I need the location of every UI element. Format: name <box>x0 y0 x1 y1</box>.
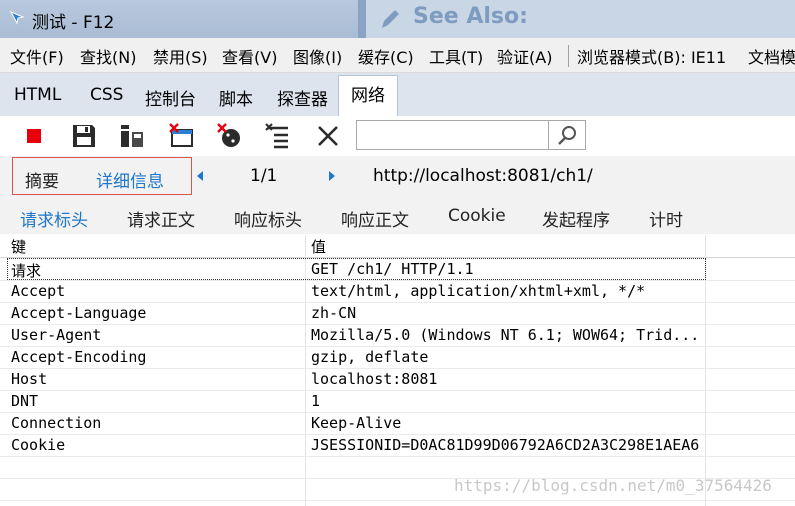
header-key: Connection <box>11 414 102 432</box>
summary-view-button[interactable]: 摘要 <box>25 167 59 192</box>
clear-cache-icon[interactable] <box>168 122 196 150</box>
header-value: gzip, deflate <box>311 348 429 366</box>
search-icon <box>558 126 576 145</box>
header-key: Accept-Language <box>11 304 147 322</box>
background-heading: See Also: <box>413 4 528 29</box>
next-entry-icon[interactable] <box>329 171 335 181</box>
header-key: Accept <box>11 282 66 300</box>
header-value: text/html, application/xhtml+xml, */* <box>311 282 646 300</box>
table-row[interactable]: DNT 1 <box>0 390 795 413</box>
menu-separator <box>568 45 569 67</box>
value-column-header[interactable]: 值 <box>311 236 326 257</box>
subtab-initiator[interactable]: 发起程序 <box>542 206 610 231</box>
subtab-response-body[interactable]: 响应正文 <box>341 206 409 231</box>
view-switch-bar: 摘要 详细信息 1/1 http://localhost:8081/ch1/ <box>0 156 795 198</box>
clear-list-icon[interactable] <box>264 122 292 150</box>
tab-console[interactable]: 控制台 <box>145 85 196 110</box>
header-value: Keep-Alive <box>311 414 402 432</box>
search-button[interactable] <box>548 121 585 149</box>
table-row[interactable]: 请求 GET /ch1/ HTTP/1.1 <box>0 258 795 281</box>
tab-script[interactable]: 脚本 <box>219 85 253 110</box>
network-toolbar <box>0 116 795 156</box>
search-field[interactable] <box>356 120 586 150</box>
table-header: 键 值 <box>0 235 795 258</box>
menu-tools[interactable]: 工具(T) <box>429 44 483 68</box>
detail-view-button[interactable]: 详细信息 <box>96 167 164 192</box>
entry-counter: 1/1 <box>250 166 278 186</box>
f12-tools-icon <box>9 10 25 25</box>
view-toggle: 摘要 详细信息 <box>12 157 192 195</box>
tab-html[interactable]: HTML <box>14 85 61 105</box>
table-row[interactable]: Accept text/html, application/xhtml+xml, … <box>0 280 795 303</box>
tab-bar: HTML CSS 控制台 脚本 探查器 网络 <box>0 73 795 116</box>
header-key: Host <box>11 370 48 388</box>
table-row[interactable]: Accept-Language zh-CN <box>0 302 795 325</box>
table-row[interactable]: Connection Keep-Alive <box>0 412 795 435</box>
menu-bar: 文件(F) 查找(N) 禁用(S) 查看(V) 图像(I) 缓存(C) 工具(T… <box>0 38 795 73</box>
stop-capture-icon[interactable] <box>20 122 48 150</box>
window-title: 测试 - F12 <box>32 13 115 33</box>
menu-disable[interactable]: 禁用(S) <box>153 44 208 68</box>
close-icon[interactable] <box>314 122 342 150</box>
key-column-header[interactable]: 键 <box>11 236 26 257</box>
save-icon[interactable] <box>70 122 98 150</box>
table-row[interactable]: Host localhost:8081 <box>0 368 795 391</box>
header-key: Cookie <box>11 436 66 454</box>
watermark: https://blog.csdn.net/m0_37564426 <box>454 476 772 495</box>
tab-network[interactable]: 网络 <box>338 75 398 116</box>
table-row[interactable]: Cookie JSESSIONID=D0AC81D99D06792A6CD2A3C… <box>0 434 795 457</box>
subtab-timings[interactable]: 计时 <box>649 206 683 231</box>
previous-entry-icon[interactable] <box>197 171 203 181</box>
clear-entries-icon[interactable] <box>118 122 146 150</box>
header-key: User-Agent <box>11 326 102 344</box>
clear-cookies-icon[interactable] <box>216 122 244 150</box>
menu-find[interactable]: 查找(N) <box>80 44 136 68</box>
header-value: GET /ch1/ HTTP/1.1 <box>311 260 474 278</box>
tab-css[interactable]: CSS <box>90 85 123 105</box>
pencil-icon <box>382 10 399 28</box>
header-key: Accept-Encoding <box>11 348 147 366</box>
header-key: 请求 <box>11 262 42 280</box>
menu-document-mode[interactable]: 文档模 <box>748 44 795 68</box>
table-row[interactable]: User-Agent Mozilla/5.0 (Windows NT 6.1; W… <box>0 324 795 347</box>
menu-view[interactable]: 查看(V) <box>222 44 277 68</box>
menu-images[interactable]: 图像(I) <box>293 44 342 68</box>
header-value: 1 <box>311 392 321 410</box>
table-row[interactable]: Accept-Encoding gzip, deflate <box>0 346 795 369</box>
header-value: localhost:8081 <box>311 370 438 388</box>
tab-profiler[interactable]: 探查器 <box>277 85 328 110</box>
menu-browser-mode[interactable]: 浏览器模式(B): IE11 <box>577 44 726 68</box>
header-value: JSESSIONID=D0AC81D99D06792A6CD2A3C298E1A… <box>311 436 700 454</box>
detail-tabs: 请求标头 请求正文 响应标头 响应正文 Cookie 发起程序 计时 <box>0 198 795 234</box>
header-value: zh-CN <box>311 304 357 322</box>
background-window: See Also: <box>358 0 795 38</box>
menu-file[interactable]: 文件(F) <box>10 44 64 68</box>
subtab-response-headers[interactable]: 响应标头 <box>234 206 302 231</box>
headers-table: 键 值 请求 GET /ch1/ HTTP/1.1 Accept text/html,… <box>0 235 795 506</box>
request-url: http://localhost:8081/ch1/ <box>373 166 593 186</box>
header-key: DNT <box>11 392 39 410</box>
menu-cache[interactable]: 缓存(C) <box>358 44 414 68</box>
subtab-request-body[interactable]: 请求正文 <box>127 206 195 231</box>
menu-validate[interactable]: 验证(A) <box>497 44 552 68</box>
subtab-cookies[interactable]: Cookie <box>448 206 506 226</box>
header-value: Mozilla/5.0 (Windows NT 6.1; WOW64; Trid… <box>311 326 700 344</box>
subtab-request-headers[interactable]: 请求标头 <box>20 206 88 231</box>
